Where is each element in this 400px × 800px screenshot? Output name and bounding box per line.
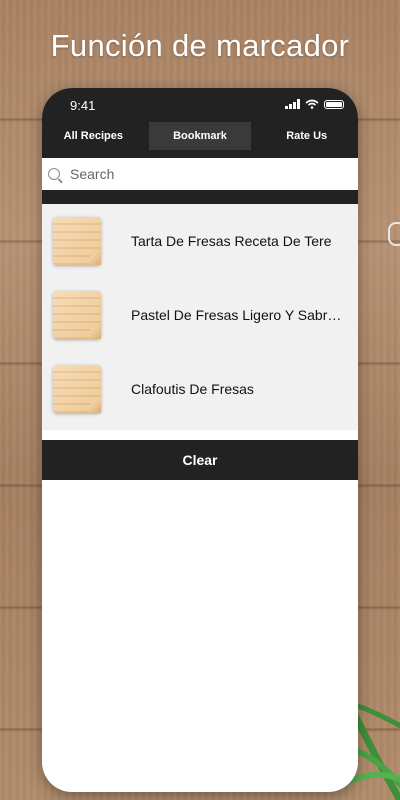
phone-notch [114,88,284,108]
list-item-title: Clafoutis De Fresas [131,381,254,397]
bookmark-list: Tarta De Fresas Receta De Tere Pastel De… [42,204,358,430]
tab-bar: All Recipes Bookmark Rate Us [42,122,358,150]
note-paper-icon [53,217,101,265]
divider-bar [42,190,358,204]
search-input[interactable] [68,165,332,183]
list-item-title: Tarta De Fresas Receta De Tere [131,233,332,249]
tab-bookmark[interactable]: Bookmark [148,122,252,150]
list-item[interactable]: Pastel De Fresas Ligero Y Sabro... [42,278,358,352]
status-icons [285,99,344,109]
list-item[interactable]: Clafoutis De Fresas [42,352,358,426]
search-icon [48,168,60,180]
search-bar [42,158,358,191]
tab-rate-us[interactable]: Rate Us [255,122,358,150]
phone-frame: 9:41 All Recipes Bookmark Rate Us Tarta … [42,88,358,792]
status-time: 9:41 [70,98,96,113]
decorative-knob [388,222,400,246]
wifi-icon [305,99,319,109]
headline: Función de marcador [50,28,350,63]
clear-button[interactable]: Clear [42,440,358,480]
battery-icon [324,99,344,109]
signal-icon [285,99,300,109]
list-item[interactable]: Tarta De Fresas Receta De Tere [42,204,358,278]
top-bar: 9:41 All Recipes Bookmark Rate Us [42,88,358,158]
list-item-title: Pastel De Fresas Ligero Y Sabro... [131,307,346,323]
tab-all-recipes[interactable]: All Recipes [42,122,145,150]
note-paper-icon [53,365,101,413]
note-paper-icon [53,291,101,339]
